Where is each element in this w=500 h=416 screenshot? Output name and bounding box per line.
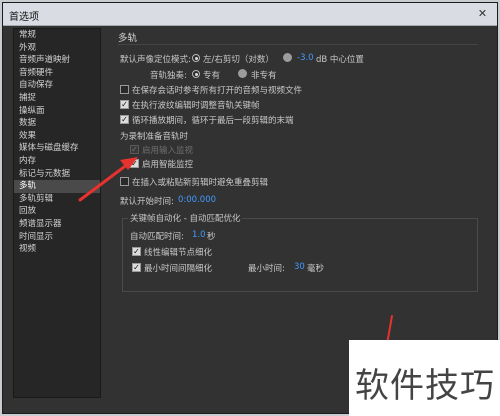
min-time-unit: 毫秒 [307,264,325,274]
linear-edit-checkbox[interactable]: ✓ [132,247,141,256]
sidebar-item-audio-channel-mapping[interactable]: 音频声道映射 [14,54,100,67]
automation-group-title: 关键帧自动化 - 自动匹配优化 [128,212,243,224]
pan-mode-label: 默认声像定位模式: [120,55,191,65]
min-time-value[interactable]: 30 [294,262,305,272]
smart-monitoring-label: 启用智能监控 [142,160,194,170]
section-divider [118,44,478,45]
preferences-category-list: 常规 外观 音频声道映射 音频硬件 自动保存 捕捉 操纵面 数据 效果 媒体与磁… [13,28,101,398]
watermark-text: 软件技巧 [355,366,495,406]
checkmark-icon: ✓ [121,100,128,109]
linear-edit-label: 线性编辑节点细化 [144,248,213,258]
input-monitoring-label: 启用输入监视 [142,146,194,156]
sidebar-item-playback[interactable]: 回放 [14,205,100,218]
sidebar-item-multitrack[interactable]: 多轨 [14,180,100,193]
min-time-label: 最小时间: [248,264,285,274]
solo-exclusive-radio[interactable] [192,70,200,78]
sidebar-item-audio-hardware[interactable]: 音频硬件 [14,67,100,80]
input-monitoring-checkbox[interactable]: ✓ [130,145,139,154]
save-all-checkbox[interactable] [120,85,129,94]
adjust-keyframes-checkbox[interactable]: ✓ [120,100,129,109]
checkmark-icon: ✓ [121,115,128,124]
auto-match-value[interactable]: 1.0 [192,230,206,240]
close-icon[interactable]: ✕ [476,7,489,20]
sidebar-item-data[interactable]: 数据 [14,117,100,130]
record-heading: 为录制准备音轨时 [120,132,189,142]
auto-match-unit: 秒 [207,232,216,242]
pan-db-value[interactable]: -3.0 [297,53,314,63]
loop-playback-checkbox[interactable]: ✓ [120,115,129,124]
sidebar-item-effects[interactable]: 效果 [14,130,100,143]
title-bar: 首选项 ✕ [3,3,497,26]
min-time-checkbox[interactable]: ✓ [132,263,141,272]
checkmark-icon: ✓ [133,263,140,272]
sidebar-item-appearance[interactable]: 外观 [14,42,100,55]
adjust-keyframes-label: 在执行波纹编辑时调整音轨关键帧 [132,101,260,111]
section-title: 多轨 [118,33,138,44]
sidebar-item-time-display[interactable]: 时间显示 [14,231,100,244]
sidebar-item-video[interactable]: 视频 [14,243,100,256]
pan-lr-label: 左/右剪切（对数） [203,55,274,65]
solo-label: 音轨独奏: [150,71,187,81]
overwrite-clips-label: 在插入或粘贴新剪辑时避免重叠剪辑 [132,178,269,188]
solo-nonexclusive-label: 非专有 [251,71,277,81]
default-start-label: 默认开始时间: [120,197,174,207]
pan-db-suffix: dB 中心位置 [316,55,364,65]
sidebar-item-multitrack-clips[interactable]: 多轨剪辑 [14,193,100,206]
pan-lr-radio[interactable] [192,54,200,62]
min-time-checkbox-label: 最小时间间隔细化 [144,264,213,274]
checkmark-icon: ✓ [131,159,138,168]
auto-match-label: 自动匹配时间: [130,232,184,242]
checkmark-icon: ✓ [131,145,138,154]
loop-playback-label: 循环播放期间，循环于最后一段剪辑的末端 [132,116,294,126]
sidebar-item-auto-save[interactable]: 自动保存 [14,79,100,92]
window-title: 首选项 [9,12,39,23]
sidebar-item-spectral-display[interactable]: 频谱显示器 [14,218,100,231]
solo-exclusive-label: 专有 [203,71,221,81]
default-start-value[interactable]: 0:00.000 [178,195,216,205]
solo-nonexclusive-radio[interactable] [238,69,247,78]
smart-monitoring-checkbox[interactable]: ✓ [130,159,139,168]
sidebar-item-capture[interactable]: 捕捉 [14,92,100,105]
checkmark-icon: ✓ [133,247,140,256]
watermark: 软件技巧 [349,340,500,416]
pan-db-radio[interactable] [283,53,292,62]
sidebar-item-memory[interactable]: 内存 [14,155,100,168]
overwrite-clips-checkbox[interactable] [120,177,129,186]
sidebar-item-markers-metadata[interactable]: 标记与元数据 [14,168,100,181]
sidebar-item-general[interactable]: 常规 [14,29,100,42]
save-all-label: 在保存会话时参考所有打开的音频与视频文件 [132,86,303,96]
sidebar-item-media-cache[interactable]: 媒体与磁盘缓存 [14,142,100,155]
sidebar-item-control-surface[interactable]: 操纵面 [14,105,100,118]
